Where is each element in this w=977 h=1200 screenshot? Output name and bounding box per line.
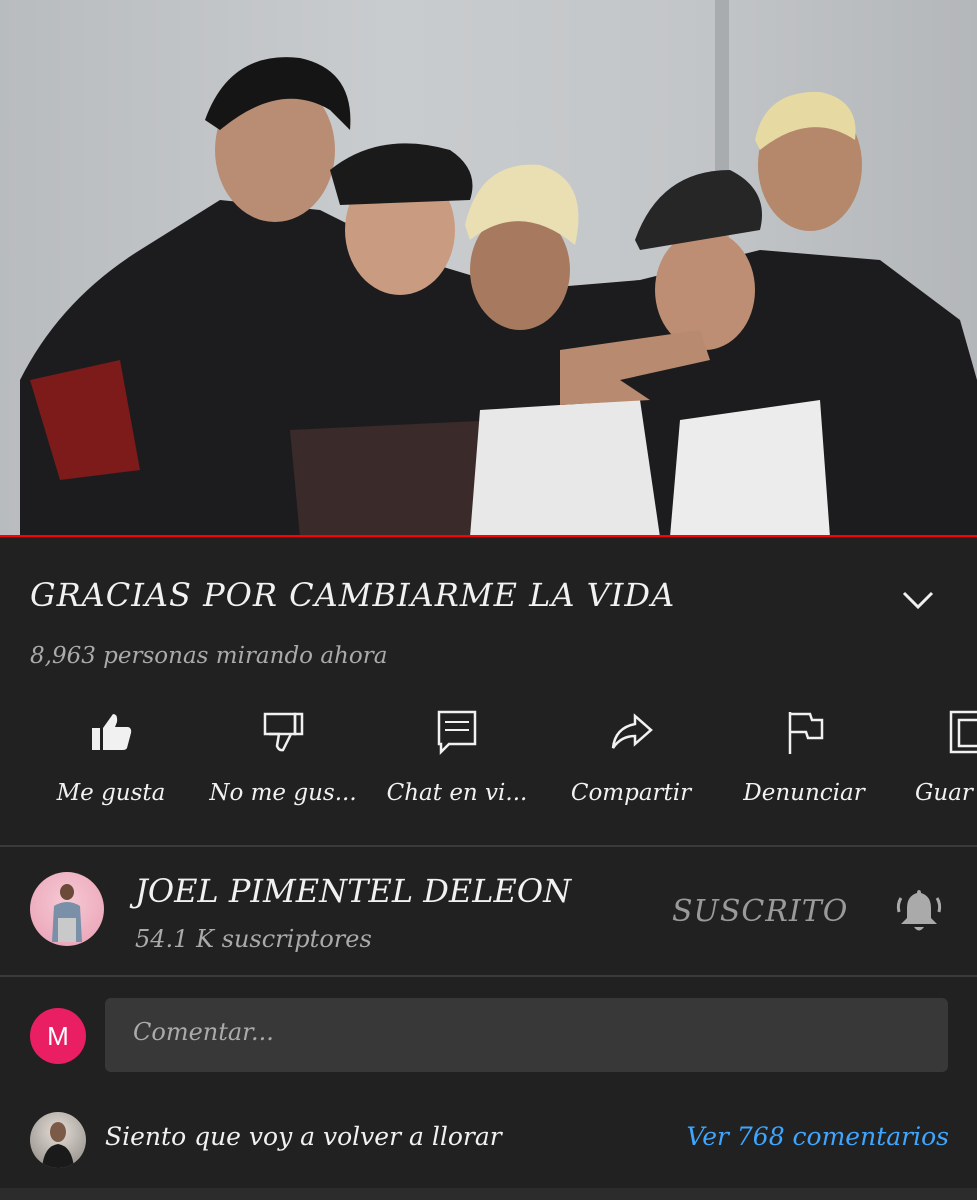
top-comment-text[interactable]: Siento que voy a volver a llorar — [105, 1122, 502, 1151]
save-icon — [949, 710, 977, 754]
commenter-avatar — [30, 1112, 86, 1168]
progress-bar[interactable] — [0, 535, 977, 537]
progress-fill — [0, 535, 977, 537]
like-label: Me gusta — [56, 780, 166, 806]
person-icon — [52, 884, 82, 942]
report-label: Denunciar — [743, 780, 865, 806]
chat-label: Chat en vi... — [386, 780, 528, 806]
dislike-button[interactable]: No me gus... — [198, 708, 368, 806]
flag-icon — [788, 712, 824, 754]
video-title: GRACIAS POR CAMBIARME LA VIDA — [30, 576, 676, 614]
viewer-count: 8,963 personas mirando ahora — [30, 643, 388, 669]
subscribed-button[interactable]: SUSCRITO — [672, 894, 848, 929]
like-button[interactable]: Me gusta — [26, 708, 196, 806]
view-comments-link[interactable]: Ver 768 comentarios — [686, 1122, 949, 1151]
chevron-down-icon[interactable] — [898, 585, 938, 613]
video-frame — [20, 0, 977, 537]
share-button[interactable]: Compartir — [546, 708, 716, 806]
video-title-row[interactable]: GRACIAS POR CAMBIARME LA VIDA — [30, 576, 930, 624]
chat-icon — [437, 710, 477, 756]
user-avatar: M — [30, 1008, 86, 1064]
channel-avatar[interactable] — [30, 872, 104, 946]
share-label: Compartir — [570, 780, 692, 806]
person-icon — [42, 1122, 74, 1168]
subscriber-count: 54.1 K suscriptores — [135, 925, 372, 953]
share-icon — [611, 713, 653, 749]
dislike-label: No me gus... — [209, 780, 357, 806]
comment-placeholder: Comentar... — [133, 1018, 274, 1046]
action-bar: Me gusta No me gus... Chat en vi... Comp… — [0, 708, 977, 818]
divider — [0, 845, 977, 847]
thumbs-up-icon — [92, 714, 132, 750]
thumbs-down-icon — [263, 712, 304, 752]
bell-icon[interactable] — [893, 884, 945, 936]
channel-name[interactable]: JOEL PIMENTEL DELEON — [135, 872, 571, 910]
video-player[interactable] — [0, 0, 977, 537]
comment-input[interactable]: Comentar... — [105, 998, 948, 1072]
bottom-strip — [0, 1188, 977, 1200]
divider — [0, 975, 977, 977]
report-button[interactable]: Denunciar — [719, 708, 889, 806]
live-chat-button[interactable]: Chat en vi... — [372, 708, 542, 806]
save-button[interactable]: Guar — [885, 708, 977, 806]
save-label: Guar — [915, 780, 973, 806]
